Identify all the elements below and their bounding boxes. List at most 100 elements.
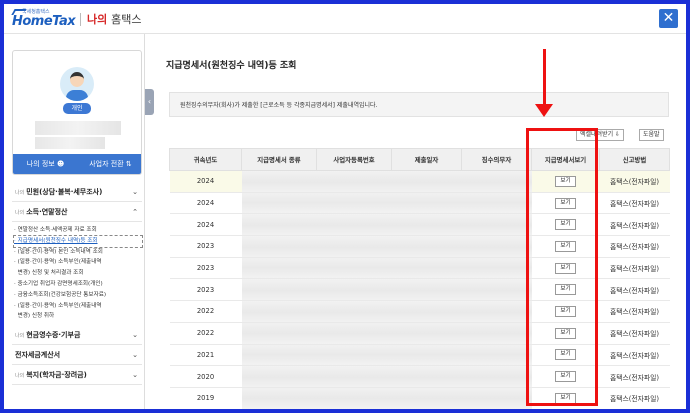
redacted-cell xyxy=(316,344,392,367)
method-cell: 홈택스(전자파일) xyxy=(599,213,670,237)
redacted-cell xyxy=(316,387,392,409)
help-label: 도움말 xyxy=(643,131,660,138)
redacted-cell xyxy=(461,192,532,215)
redacted-cell xyxy=(316,170,392,193)
redacted-cell xyxy=(391,235,462,258)
subitem-income-denial-cont[interactable]: 변경) 신청 및 처리결과 조회 xyxy=(14,268,142,279)
redacted-cell xyxy=(316,300,392,323)
method-cell: 홈택스(전자파일) xyxy=(599,365,670,388)
brand-highlight: 나의 xyxy=(87,13,108,26)
redacted-cell xyxy=(461,344,532,367)
method-cell: 홈택스(전자파일) xyxy=(599,300,670,323)
subitem-financial[interactable]: · 금융소득조회(건강보험공단 통보자료) xyxy=(14,290,142,301)
redacted-cell xyxy=(461,322,532,345)
menu-label: 복지(학자금·장려금) xyxy=(26,371,87,380)
redacted-cell xyxy=(461,365,532,388)
year-cell: 2021 xyxy=(169,344,242,367)
year-cell: 2022 xyxy=(169,300,242,323)
subitem-denial-withdraw-cont[interactable]: 변경) 신청 취하 xyxy=(14,311,142,322)
subitem-label: 연말정산 소득·세액공제 자료 조회 xyxy=(17,227,97,233)
method-cell: 홈택스(전자파일) xyxy=(599,344,670,367)
main-content: 지급명세서(원천징수 내역)등 조회 원천징수의무자(회사)가 제출한 [근로소… xyxy=(166,34,686,409)
sidebar: 개인 나의 정보 ☻ 사업자 전환 ⇅ 나의 민원(상담·불복·세무조사) ⌄ 나의… xyxy=(4,34,145,409)
menu-prefix: 나의 xyxy=(15,210,25,216)
sidebar-collapse-button[interactable]: ‹ xyxy=(145,89,154,115)
subitem-daily-income[interactable]: · (일용·간이·용역) 본인 소득내역 조회 xyxy=(14,247,142,258)
subitem-income-denial[interactable]: · (일용·간이·용역) 소득부인(제출내역 xyxy=(14,257,142,268)
arrow-down-icon xyxy=(535,104,553,117)
redacted-cell xyxy=(391,278,462,302)
arrow-shaft xyxy=(543,49,546,107)
redacted-cell xyxy=(316,213,392,237)
redacted-cell xyxy=(241,365,317,388)
redacted-cell xyxy=(241,344,317,367)
redacted-cell xyxy=(241,192,317,215)
switch-business-label: 사업자 전환 xyxy=(89,160,124,168)
year-cell: 2023 xyxy=(169,257,242,280)
subitem-label: (일용·간이·용역) 소득부인(제출내역 xyxy=(17,302,102,309)
brand-text: 홈택스 xyxy=(111,13,142,26)
redacted-cell xyxy=(391,192,462,215)
column-header: 지급명세서 종류 xyxy=(241,148,317,171)
redacted-cell xyxy=(461,235,532,258)
method-cell: 홈택스(전자파일) xyxy=(599,278,670,302)
menu-section-civil[interactable]: 나의 민원(상담·불복·세무조사) ⌄ xyxy=(12,182,142,202)
info-box: 원천징수의무자(회사)가 제출한 [근로소득 등 각종지급명세서] 제출내역입니… xyxy=(169,92,669,117)
my-info-label: 나의 정보 xyxy=(26,160,55,168)
menu-section-receipts[interactable]: 나의 현금영수증·기부금 ⌄ xyxy=(12,325,142,346)
menu-section-income[interactable]: 나의 소득·연말정산 ⌃ xyxy=(12,202,142,222)
top-bar: 국세청홈택스 HomeTax 나의 홈택스 ✕ xyxy=(4,4,686,34)
menu-section-einvoice[interactable]: 전자세금계산서 ⌄ xyxy=(12,345,142,366)
column-header: 징수의무자 xyxy=(461,148,532,171)
menu-prefix: 나의 xyxy=(15,333,25,340)
subitem-payment-statement[interactable]: · 지급명세서(원천징수 내역)등 조회 xyxy=(13,234,143,248)
subitem-sme[interactable]: · 중소기업 취업자 감면명세조회(개인) xyxy=(14,279,142,290)
highlight-box xyxy=(526,128,598,406)
method-cell: 홈택스(전자파일) xyxy=(599,192,670,215)
method-cell: 홈택스(전자파일) xyxy=(599,387,670,409)
menu-section-welfare[interactable]: 나의 복지(학자금·장려금) ⌄ xyxy=(12,365,142,386)
redacted-cell xyxy=(241,170,317,193)
subitem-label: 지급명세서(원천징수 내역)등 조회 xyxy=(17,237,98,244)
redacted-cell xyxy=(391,365,462,388)
subitem-label: (일용·간이·용역) 본인 소득내역 조회 xyxy=(17,248,103,255)
redacted-cell xyxy=(391,257,462,280)
subitem-label: (일용·간이·용역) 소득부인(제출내역 xyxy=(17,259,102,266)
close-button[interactable]: ✕ xyxy=(659,9,678,28)
redacted-id xyxy=(35,137,105,149)
method-cell: 홈택스(전자파일) xyxy=(599,257,670,280)
page-title: 지급명세서(원천징수 내역)등 조회 xyxy=(166,61,297,71)
chevron-down-icon: ⌄ xyxy=(132,351,138,360)
hometax-logo[interactable]: 국세청홈택스 HomeTax xyxy=(11,8,76,30)
redacted-cell xyxy=(241,257,317,280)
divider xyxy=(80,13,81,26)
info-text: 원천징수의무자(회사)가 제출한 [근로소득 등 각종지급명세서] 제출내역입니… xyxy=(180,102,378,109)
brand-title: 나의 홈택스 xyxy=(87,11,141,27)
redacted-cell xyxy=(391,344,462,367)
redacted-cell xyxy=(391,387,462,409)
redacted-cell xyxy=(316,235,392,258)
subitem-denial-withdraw[interactable]: · (일용·간이·용역) 소득부인(제출내역 xyxy=(14,301,142,312)
chevron-down-icon: ⌄ xyxy=(132,371,138,380)
help-button[interactable]: 도움말 xyxy=(639,129,664,141)
chevron-up-icon: ⌃ xyxy=(132,208,138,216)
menu-label: 현금영수증·기부금 xyxy=(26,331,81,340)
method-cell: 홈택스(전자파일) xyxy=(599,235,670,258)
year-cell: 2023 xyxy=(169,235,242,258)
menu-prefix: 나의 xyxy=(15,190,25,196)
redacted-cell xyxy=(241,278,317,302)
income-subitems: · 연말정산 소득·세액공제 자료 조회 · 지급명세서(원천징수 내역)등 조… xyxy=(12,222,143,325)
year-cell: 2023 xyxy=(169,278,242,302)
avatar-icon xyxy=(60,67,94,101)
switch-icon: ⇅ xyxy=(125,160,132,168)
redacted-cell xyxy=(241,235,317,258)
redacted-cell xyxy=(241,387,317,409)
column-header: 사업자등록번호 xyxy=(316,148,392,171)
redacted-cell xyxy=(461,213,532,237)
subitem-label: 변경) 신청 및 처리결과 조회 xyxy=(17,270,84,277)
switch-business-button[interactable]: 사업자 전환 ⇅ xyxy=(78,154,141,174)
redacted-cell xyxy=(316,322,392,345)
window: 국세청홈택스 HomeTax 나의 홈택스 ✕ 개인 나의 정보 ☻ 사업자 전… xyxy=(4,4,686,409)
my-info-button[interactable]: 나의 정보 ☻ xyxy=(13,154,78,174)
subitem-deduction[interactable]: · 연말정산 소득·세액공제 자료 조회 xyxy=(14,225,142,236)
